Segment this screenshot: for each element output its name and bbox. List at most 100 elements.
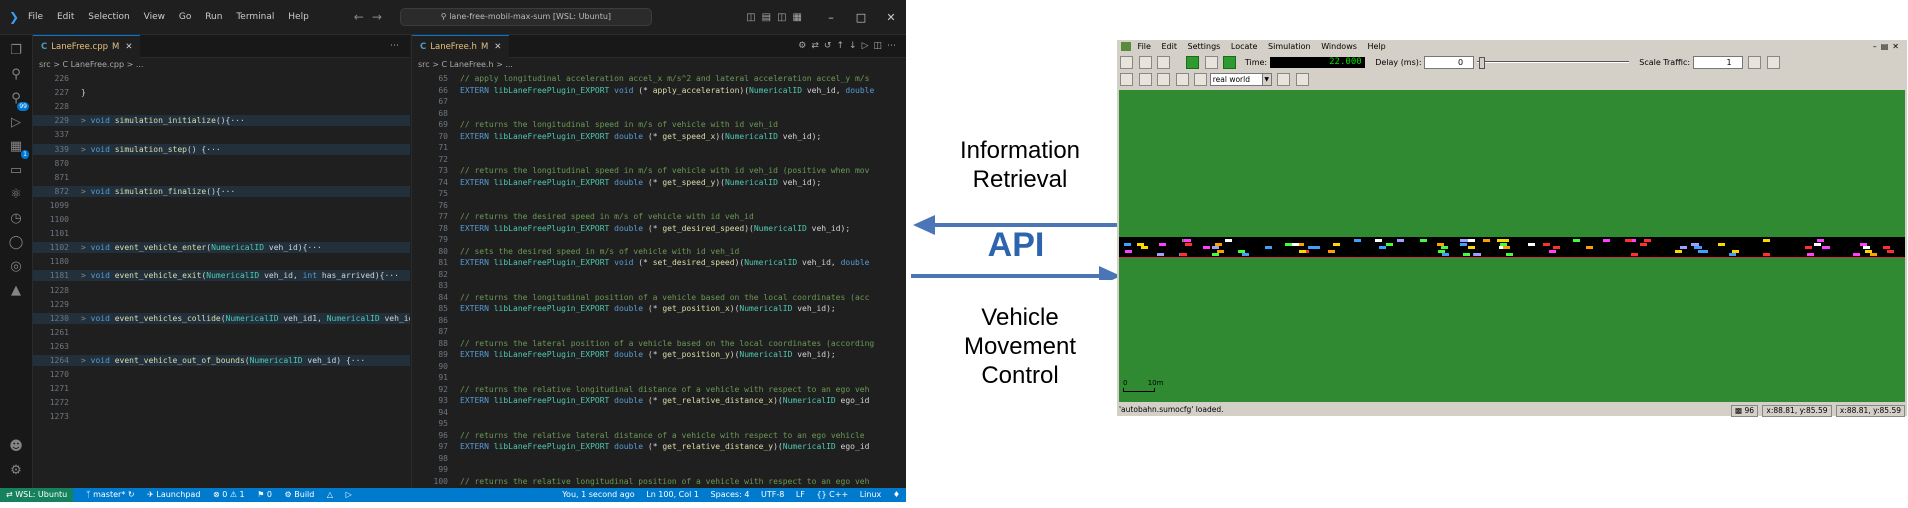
code-line[interactable]: 1273 — [33, 411, 410, 422]
vehicle[interactable] — [1528, 242, 1535, 246]
vehicle[interactable] — [1865, 249, 1872, 253]
code-editor-right[interactable]: 65 // apply longitudinal acceleration acc… — [412, 73, 906, 488]
code-line[interactable]: 68 — [412, 108, 906, 119]
code-line[interactable]: 1228 — [33, 285, 410, 296]
vehicle[interactable] — [1500, 242, 1507, 246]
code-line[interactable]: 1272 — [33, 397, 410, 408]
sumo-minimize-icon[interactable]: – — [1873, 42, 1881, 51]
code-line[interactable]: 76 — [412, 200, 906, 211]
vehicle[interactable] — [1814, 242, 1821, 246]
vehicle[interactable] — [1313, 246, 1320, 249]
remote-indicator[interactable]: ⇄ WSL: Ubuntu — [0, 488, 74, 502]
breadcrumb-left[interactable]: src > C LaneFree.cpp > ... — [33, 58, 410, 72]
settings-gear-icon[interactable]: ⚙ — [8, 463, 24, 479]
git-blame[interactable]: You, 1 second ago — [562, 488, 634, 502]
code-editor-left[interactable]: 226 227} 228 229 > void simulation_initializ… — [33, 73, 410, 488]
menu-file[interactable]: File — [28, 12, 43, 22]
platform[interactable]: Linux — [860, 488, 882, 502]
code-line[interactable]: 1100 — [33, 214, 410, 225]
vehicle[interactable] — [1397, 239, 1404, 242]
vehicle[interactable] — [1242, 253, 1249, 256]
vehicle[interactable] — [1215, 242, 1222, 246]
menu-go[interactable]: Go — [179, 12, 191, 22]
open-network-icon[interactable] — [1138, 56, 1152, 69]
vehicle[interactable] — [1124, 242, 1131, 246]
code-line[interactable]: 93 EXTERN libLaneFreePlugin_EXPORT double… — [412, 395, 906, 406]
code-line[interactable]: 65 // apply longitudinal acceleration acc… — [412, 73, 906, 84]
code-line[interactable]: 84 // returns the longitudinal position o… — [412, 292, 906, 303]
vehicle[interactable] — [1586, 246, 1593, 249]
problems-indicator[interactable]: ⊗ 0 ⚠ 1 — [213, 488, 245, 502]
vehicle[interactable] — [1460, 239, 1467, 242]
code-line[interactable]: 79 — [412, 234, 906, 245]
sumo-restore-icon[interactable]: ▤ — [1881, 42, 1893, 51]
vehicle[interactable] — [1379, 246, 1386, 249]
vehicle[interactable] — [1159, 242, 1166, 246]
vehicle[interactable] — [1463, 253, 1470, 256]
source-control-icon[interactable]: ⚲ 99 — [8, 91, 29, 111]
vehicle[interactable] — [1285, 242, 1292, 246]
code-line[interactable]: 337 — [33, 129, 410, 140]
code-line[interactable]: 87 — [412, 326, 906, 337]
vehicle[interactable] — [1185, 242, 1192, 246]
open-changes-icon[interactable]: ⚙ — [798, 41, 811, 51]
delay-slider[interactable] — [1476, 57, 1629, 69]
menu-run[interactable]: Run — [205, 12, 222, 22]
code-line[interactable]: 1263 — [33, 341, 410, 352]
vehicle[interactable] — [1460, 242, 1467, 246]
back-arrow-icon[interactable]: ← — [354, 10, 372, 24]
vehicle[interactable] — [1644, 239, 1651, 242]
vehicle[interactable] — [1217, 249, 1224, 253]
code-line[interactable]: 89 EXTERN libLaneFreePlugin_EXPORT double… — [412, 349, 906, 360]
vehicle[interactable] — [1125, 249, 1132, 253]
vehicle[interactable] — [1483, 239, 1490, 242]
vehicle[interactable] — [1695, 246, 1702, 249]
code-line[interactable]: 73 // returns the longitudinal speed in m… — [412, 165, 906, 176]
vehicle[interactable] — [1573, 239, 1580, 242]
code-line[interactable]: 229 > void simulation_initialize(){··· — [33, 115, 410, 127]
tab-lanefree-h[interactable]: C LaneFree.h M ✕ — [412, 35, 510, 58]
vehicle[interactable] — [1265, 246, 1272, 249]
vehicle[interactable] — [1212, 253, 1219, 256]
code-line[interactable]: 1181 > void event_vehicle_exit(NumericalI… — [33, 270, 410, 282]
timeline-icon[interactable]: ◷ — [8, 211, 24, 227]
code-line[interactable]: 81 EXTERN libLaneFreePlugin_EXPORT void (… — [412, 257, 906, 268]
code-line[interactable]: 70 EXTERN libLaneFreePlugin_EXPORT double… — [412, 131, 906, 142]
vehicle[interactable] — [1805, 246, 1812, 249]
cursor-position[interactable]: Ln 100, Col 1 — [646, 488, 699, 502]
code-line[interactable]: 1270 — [33, 369, 410, 380]
vehicle[interactable] — [1386, 242, 1393, 246]
code-line[interactable]: 1099 — [33, 200, 410, 211]
sumo-menu-settings[interactable]: Settings — [1188, 42, 1221, 51]
vehicle[interactable] — [1354, 239, 1361, 242]
code-line[interactable]: 96 // returns the relative lateral distan… — [412, 430, 906, 441]
code-line[interactable]: 88 // returns the lateral position of a v… — [412, 338, 906, 349]
search-view-icon[interactable]: ⚲ — [8, 67, 24, 83]
code-line[interactable]: 226 — [33, 73, 410, 84]
vehicle[interactable] — [1180, 253, 1187, 256]
code-line[interactable]: 1101 — [33, 228, 410, 239]
vehicle[interactable] — [1225, 239, 1232, 242]
account-icon[interactable]: ☻ — [8, 439, 24, 455]
code-line[interactable]: 82 — [412, 269, 906, 280]
code-line[interactable]: 83 — [412, 280, 906, 291]
vehicle[interactable] — [1640, 242, 1647, 246]
vehicle[interactable] — [1763, 253, 1770, 256]
remote-explorer-icon[interactable]: ▭ — [8, 163, 24, 179]
cmake-icon[interactable]: ▲ — [8, 283, 24, 299]
vehicle[interactable] — [1292, 242, 1299, 246]
toggle-panel-icon[interactable]: ▤ — [762, 12, 777, 23]
vehicle[interactable] — [1817, 239, 1824, 242]
next-change-icon[interactable]: ↓ — [849, 41, 862, 51]
sumo-close-icon[interactable]: ✕ — [1892, 42, 1903, 51]
run-icon[interactable]: ▷ — [862, 41, 874, 51]
toggle-secondary-sidebar-icon[interactable]: ◫ — [777, 12, 792, 23]
menu-view[interactable]: View — [144, 12, 165, 22]
code-line[interactable]: 69 // returns the longitudinal speed in m… — [412, 119, 906, 130]
code-line[interactable]: 90 — [412, 361, 906, 372]
vehicle[interactable] — [1631, 253, 1638, 256]
code-line[interactable]: 85 EXTERN libLaneFreePlugin_EXPORT double… — [412, 303, 906, 314]
sumo-window-controls[interactable]: –▤✕ — [1873, 40, 1903, 53]
toggle-selection-icon[interactable] — [1175, 73, 1189, 86]
code-line[interactable]: 75 — [412, 188, 906, 199]
